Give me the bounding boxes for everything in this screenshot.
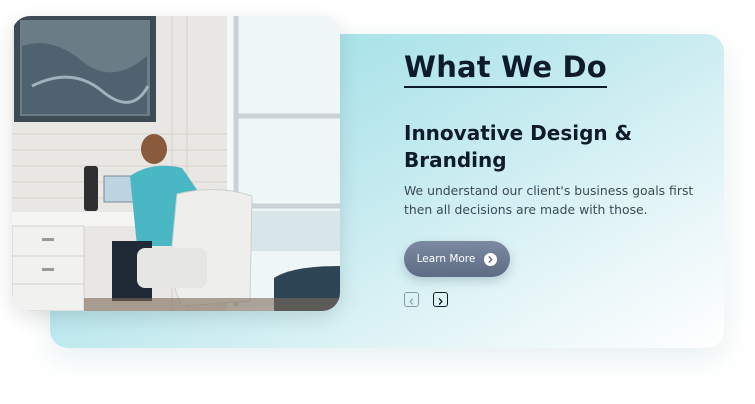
office-photo <box>12 16 340 311</box>
service-title: Innovative Design & Branding <box>404 121 633 172</box>
learn-more-label: Learn More <box>416 253 476 265</box>
arrow-right-circle-icon <box>484 252 498 266</box>
chevron-right-icon <box>437 290 444 309</box>
service-description: We understand our client's business goal… <box>404 183 694 217</box>
learn-more-button[interactable]: Learn More <box>404 241 510 277</box>
chevron-left-icon <box>408 290 415 309</box>
section-heading: What We Do <box>404 50 607 88</box>
carousel-prev-button[interactable] <box>404 292 419 307</box>
carousel-next-button[interactable] <box>433 292 448 307</box>
